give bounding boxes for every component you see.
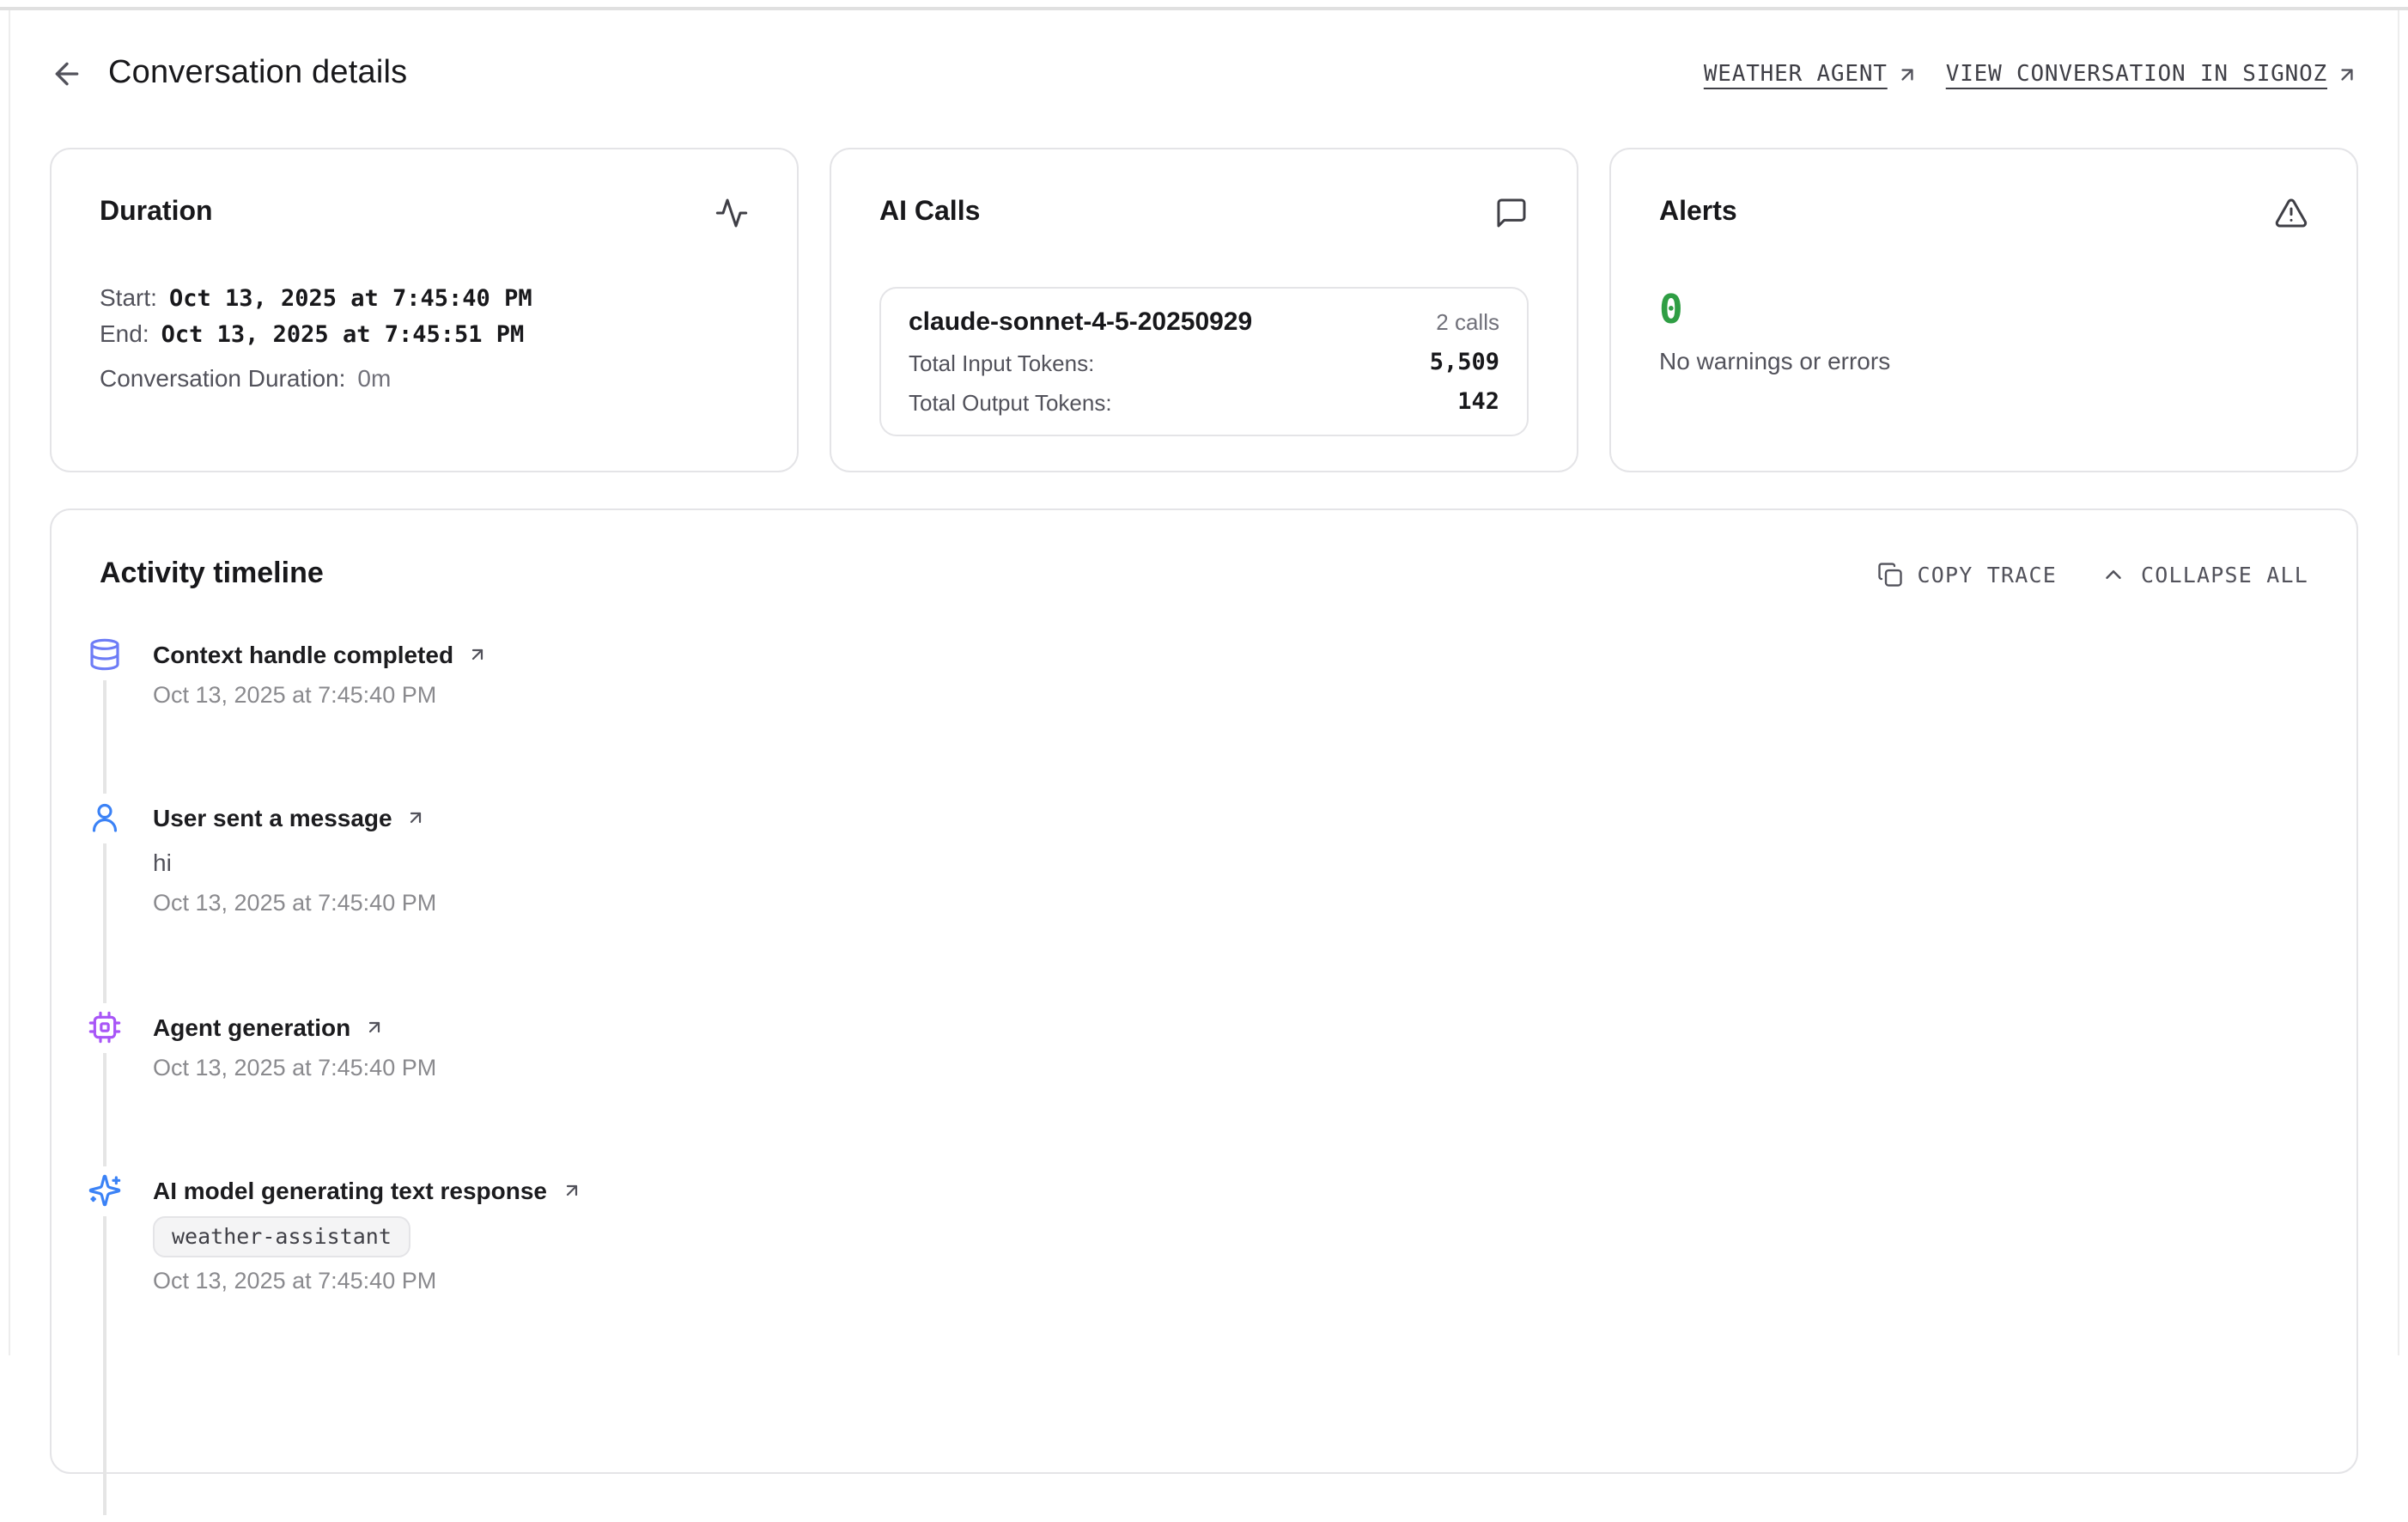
metric-cards-row: Duration Start: Oct 13, 2025 at 7:45:40 … xyxy=(50,148,2358,472)
header-links: WEATHER AGENT VIEW CONVERSATION IN SIGNO… xyxy=(1704,61,2358,87)
model-calls-count: 2 calls xyxy=(1436,309,1499,335)
cpu-icon xyxy=(88,1010,122,1044)
right-panel-border xyxy=(2398,10,2399,1355)
agent-name-badge: weather-assistant xyxy=(153,1216,410,1257)
alerts-card: Alerts 0 No warnings or errors xyxy=(1609,148,2358,472)
ai-calls-card-title: AI Calls xyxy=(879,198,980,228)
timeline-item-title: Context handle completed xyxy=(153,641,453,668)
start-value: Oct 13, 2025 at 7:45:40 PM xyxy=(169,282,532,316)
open-span-arrow-icon[interactable] xyxy=(561,1180,581,1201)
collapse-all-button[interactable]: COLLAPSE ALL xyxy=(2101,561,2308,587)
timeline-item-timestamp: Oct 13, 2025 at 7:45:40 PM xyxy=(153,1264,2308,1299)
external-link-arrow-icon xyxy=(2336,63,2358,85)
chevron-up-icon xyxy=(2101,561,2127,587)
end-time-row: End: Oct 13, 2025 at 7:45:51 PM xyxy=(100,316,749,352)
end-value: Oct 13, 2025 at 7:45:51 PM xyxy=(161,318,525,352)
input-tokens-value: 5,509 xyxy=(1430,349,1499,376)
copy-trace-button[interactable]: COPY TRACE xyxy=(1877,561,2057,587)
timeline-item-agent-generation: Agent generation Oct 13, 2025 at 7:45:40… xyxy=(88,1010,2308,1173)
timeline-item-user-message: User sent a message hi Oct 13, 2025 at 7… xyxy=(88,801,2308,1010)
open-span-arrow-icon[interactable] xyxy=(467,644,488,665)
left-panel-border xyxy=(9,10,10,1355)
copy-icon xyxy=(1877,561,1903,587)
user-icon xyxy=(88,801,122,835)
timeline-item-timestamp: Oct 13, 2025 at 7:45:40 PM xyxy=(153,679,2308,713)
model-name: claude-sonnet-4-5-20250929 xyxy=(909,307,1252,337)
arrow-left-icon xyxy=(50,57,84,91)
external-link-arrow-icon xyxy=(1896,63,1918,85)
activity-timeline-title: Activity timeline xyxy=(100,557,324,591)
weather-agent-link[interactable]: WEATHER AGENT xyxy=(1704,61,1918,87)
top-divider xyxy=(0,7,2408,10)
conversation-duration-value: 0m xyxy=(357,361,391,395)
open-span-arrow-icon[interactable] xyxy=(364,1017,385,1038)
timeline-item-title: User sent a message xyxy=(153,804,392,831)
input-tokens-label: Total Input Tokens: xyxy=(909,350,1094,375)
timeline-item-ai-text-response: AI model generating text response weathe… xyxy=(88,1173,2308,1522)
alerts-message: No warnings or errors xyxy=(1659,347,2308,374)
timeline: Context handle completed Oct 13, 2025 at… xyxy=(88,637,2308,1522)
conversation-details-page: Conversation details WEATHER AGENT VIEW … xyxy=(0,0,2408,1355)
activity-timeline-card: Activity timeline COPY TRACE COLLAPSE AL… xyxy=(50,508,2358,1474)
output-tokens-row: Total Output Tokens: 142 xyxy=(909,388,1499,416)
view-conversation-in-signoz-link[interactable]: VIEW CONVERSATION IN SIGNOZ xyxy=(1946,61,2358,87)
end-label: End: xyxy=(100,316,149,350)
sparkles-icon xyxy=(88,1173,122,1208)
alerts-count: 0 xyxy=(1659,289,2308,333)
timeline-item-timestamp: Oct 13, 2025 at 7:45:40 PM xyxy=(153,1051,2308,1086)
duration-card: Duration Start: Oct 13, 2025 at 7:45:40 … xyxy=(50,148,799,472)
page-title: Conversation details xyxy=(108,55,407,93)
open-span-arrow-icon[interactable] xyxy=(406,807,427,828)
back-button[interactable] xyxy=(50,57,84,91)
start-time-row: Start: Oct 13, 2025 at 7:45:40 PM xyxy=(100,280,749,316)
input-tokens-row: Total Input Tokens: 5,509 xyxy=(909,349,1499,376)
output-tokens-label: Total Output Tokens: xyxy=(909,389,1112,415)
ai-calls-card: AI Calls claude-sonnet-4-5-20250929 2 ca… xyxy=(830,148,1578,472)
timeline-item-title: Agent generation xyxy=(153,1014,350,1041)
activity-pulse-icon xyxy=(714,196,749,230)
start-label: Start: xyxy=(100,280,157,314)
message-square-icon xyxy=(1494,196,1529,230)
database-icon xyxy=(88,637,122,672)
alerts-card-title: Alerts xyxy=(1659,198,1737,228)
conversation-duration-label: Conversation Duration: xyxy=(100,361,345,395)
duration-card-title: Duration xyxy=(100,198,213,228)
model-usage-box: claude-sonnet-4-5-20250929 2 calls Total… xyxy=(879,287,1529,436)
conversation-duration-row: Conversation Duration: 0m xyxy=(100,361,749,395)
alert-triangle-icon xyxy=(2274,196,2308,230)
timeline-item-title: AI model generating text response xyxy=(153,1177,547,1204)
timeline-item-timestamp: Oct 13, 2025 at 7:45:40 PM xyxy=(153,886,2308,921)
timeline-item-body: hi xyxy=(153,845,2308,880)
page-header: Conversation details WEATHER AGENT VIEW … xyxy=(50,41,2358,107)
output-tokens-value: 142 xyxy=(1457,388,1499,416)
timeline-item-context-handle: Context handle completed Oct 13, 2025 at… xyxy=(88,637,2308,801)
